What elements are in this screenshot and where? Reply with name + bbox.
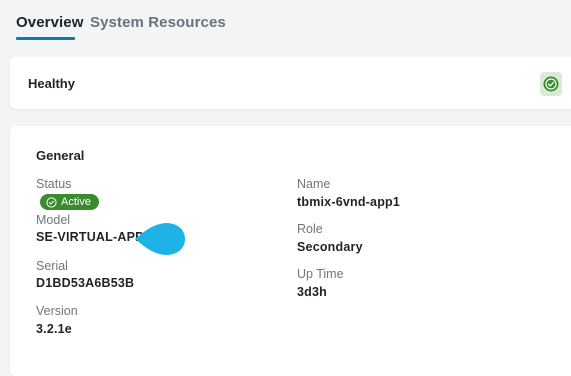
- pointer-marker-icon: [135, 223, 185, 255]
- serial-label: Serial: [36, 259, 68, 273]
- status-badge: Active: [40, 194, 99, 210]
- health-card: Healthy: [10, 57, 571, 109]
- version-value: 3.2.1e: [36, 322, 72, 336]
- general-section-title: General: [36, 148, 85, 163]
- uptime-label: Up Time: [297, 267, 344, 281]
- name-label: Name: [297, 177, 331, 191]
- serial-value: D1BD53A6B53B: [36, 276, 135, 290]
- tab-overview[interactable]: Overview: [16, 14, 84, 31]
- status-label: Status: [36, 177, 72, 191]
- version-label: Version: [36, 304, 78, 318]
- status-value: Active: [61, 196, 91, 208]
- health-status-indicator: [540, 72, 562, 96]
- active-tab-indicator: [16, 37, 75, 40]
- role-value: Secondary: [297, 240, 363, 254]
- role-label: Role: [297, 222, 323, 236]
- model-value: SE-VIRTUAL-APP: [36, 230, 144, 244]
- name-value: tbmix-6vnd-app1: [297, 195, 401, 209]
- check-circle-icon: [543, 76, 559, 92]
- health-status-title: Healthy: [28, 76, 75, 91]
- uptime-value: 3d3h: [297, 285, 327, 299]
- model-label: Model: [36, 213, 71, 227]
- tab-bar: Overview System Resources: [0, 0, 571, 44]
- general-card: General Status Active Model SE-VIRTUAL-A…: [10, 126, 571, 376]
- tab-system-resources[interactable]: System Resources: [90, 14, 226, 31]
- check-circle-icon: [46, 196, 57, 208]
